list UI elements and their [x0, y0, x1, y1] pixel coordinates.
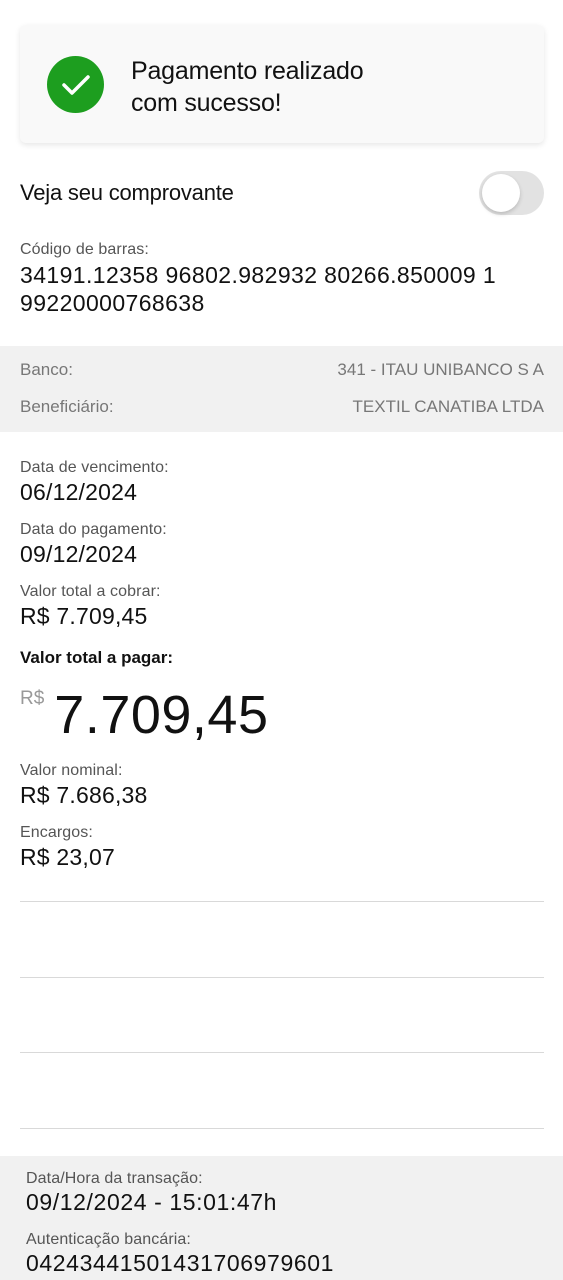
total-charge-value: R$ 7.709,45 [20, 603, 148, 629]
success-message: Pagamento realizado com sucesso! [131, 57, 364, 117]
total-pay-value: 7.709,45 [54, 685, 269, 745]
total-charge-label: Valor total a cobrar: [20, 583, 161, 600]
payment-date-value: 09/12/2024 [20, 541, 138, 567]
divider [20, 901, 544, 902]
beneficiary-row: Beneficiário: TEXTIL CANATIBA LTDA [20, 397, 544, 417]
due-date-value: 06/12/2024 [20, 479, 138, 505]
bank-value: 341 - ITAU UNIBANCO S A [337, 360, 544, 379]
total-pay-currency: R$ [20, 688, 45, 709]
bank-auth-value: 042434415014317069796​01 [26, 1250, 335, 1276]
bank-auth-field: Autenticação bancária: 04243441501431706… [26, 1231, 556, 1277]
nominal-value: R$ 7.686,38 [20, 782, 148, 808]
total-charge-field: Valor total a cobrar: R$ 7.709,45 [20, 583, 544, 630]
barcode-section: Código de barras: 34191.12358 96802.9829… [20, 241, 550, 317]
transaction-datetime-label: Data/Hora da transação: [26, 1170, 203, 1187]
bank-info-band: Banco: 341 - ITAU UNIBANCO S A Beneficiá… [0, 346, 563, 432]
payment-date-field: Data do pagamento: 09/12/2024 [20, 521, 544, 568]
divider [20, 1052, 544, 1053]
toggle-knob [482, 174, 520, 212]
barcode-label: Código de barras: [20, 241, 149, 258]
total-pay-amount: R$ 7.709,45 [20, 684, 269, 746]
bank-label: Banco: [20, 360, 73, 379]
receipt-toggle-row: Veja seu comprovante [20, 170, 544, 216]
charges-field: Encargos: R$ 23,07 [20, 824, 544, 871]
success-card: Pagamento realizado com sucesso! [20, 25, 544, 143]
check-icon [47, 56, 104, 113]
barcode-value: 34191.12358 96802.982932 80266.850009 1 … [20, 262, 497, 316]
beneficiary-value: TEXTIL CANATIBA LTDA [352, 397, 544, 416]
due-date-label: Data de vencimento: [20, 459, 169, 476]
transaction-info-band: Data/Hora da transação: 09/12/2024 - 15:… [0, 1156, 563, 1280]
payment-date-label: Data do pagamento: [20, 521, 167, 538]
total-pay-label: Valor total a pagar: [20, 648, 174, 667]
nominal-label: Valor nominal: [20, 762, 123, 779]
transaction-datetime-value: 09/12/2024 - 15:01:47h [26, 1189, 278, 1215]
nominal-field: Valor nominal: R$ 7.686,38 [20, 762, 544, 809]
charges-value: R$ 23,07 [20, 844, 115, 870]
due-date-field: Data de vencimento: 06/12/2024 [20, 459, 544, 506]
transaction-datetime-field: Data/Hora da transação: 09/12/2024 - 15:… [26, 1170, 556, 1216]
divider [20, 1128, 544, 1129]
bank-auth-label: Autenticação bancária: [26, 1231, 191, 1248]
receipt-toggle[interactable] [479, 171, 544, 215]
receipt-label: Veja seu comprovante [20, 180, 234, 205]
divider [20, 977, 544, 978]
payment-receipt-screen: Pagamento realizado com sucesso! Veja se… [0, 0, 563, 1280]
bank-row: Banco: 341 - ITAU UNIBANCO S A [20, 360, 544, 380]
beneficiary-label: Beneficiário: [20, 397, 114, 416]
charges-label: Encargos: [20, 824, 93, 841]
